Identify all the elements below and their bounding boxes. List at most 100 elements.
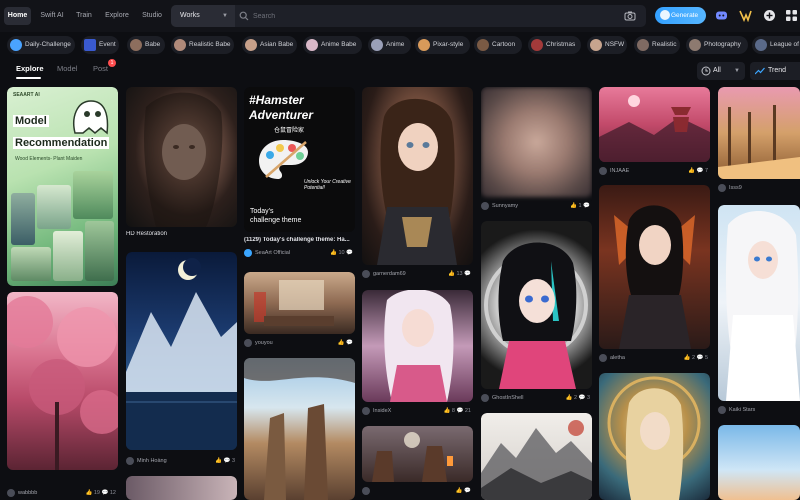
card-author[interactable]: aletha: [610, 355, 625, 361]
feed-card-canyon[interactable]: [244, 358, 355, 500]
feed-card-anime-warrior[interactable]: garnerdam69 👍 13 💬: [362, 87, 473, 283]
chip-thumb: [477, 39, 489, 51]
subtab-post[interactable]: Post: [93, 64, 108, 73]
feed-card-model-recommendation[interactable]: SEAART AI Model Recommendation Wood Elem…: [7, 87, 118, 286]
feed-card-moonlit-mountains[interactable]: Minh Hoàng 👍 💬 3: [126, 252, 237, 468]
avatar[interactable]: [718, 184, 726, 192]
filter-all-select[interactable]: All ▼: [697, 62, 745, 80]
chip-label: League of: [770, 41, 799, 48]
avatar[interactable]: [481, 394, 489, 402]
chip-pixar-style[interactable]: Pixar-style: [415, 36, 470, 54]
nav-tab-swift-ai[interactable]: Swift AI: [36, 7, 68, 25]
card-likes: 10: [338, 250, 345, 256]
feed-card-butterfly-girl[interactable]: aletha 👍 2 💬 5: [599, 185, 710, 365]
card-author[interactable]: INJAAE: [610, 168, 629, 174]
search-input[interactable]: [253, 8, 603, 24]
avatar[interactable]: [362, 487, 370, 495]
chip-event[interactable]: Event: [81, 36, 119, 54]
chip-label: Realistic Babe: [189, 41, 231, 48]
card-overlay-title-line1: #Hamster: [249, 93, 304, 107]
feed-card-hamster-challenge[interactable]: #Hamster Adventurer 仓鼠冒险家 Unlock Your Cr…: [244, 87, 355, 260]
nav-tab-studio[interactable]: Studio: [137, 7, 167, 25]
card-image: [718, 205, 800, 401]
card-image: #Hamster Adventurer 仓鼠冒险家 Unlock Your Cr…: [244, 87, 355, 232]
apps-grid-icon[interactable]: [785, 9, 798, 22]
nav-tab-explore[interactable]: Explore: [102, 7, 132, 25]
feed-card-black-hair-girl[interactable]: GhostInShell 👍 2 💬 3: [481, 221, 592, 405]
card-footer: Minh Hoàng 👍 💬 3: [126, 454, 237, 468]
nav-tab-home[interactable]: Home: [4, 7, 31, 25]
feed-card-golden-girl[interactable]: [599, 373, 710, 500]
avatar[interactable]: [7, 489, 15, 497]
feed-card-white-dress-girl[interactable]: Kaiki Stars: [718, 205, 800, 417]
avatar[interactable]: [362, 270, 370, 278]
add-icon[interactable]: [763, 9, 776, 22]
feed-card-interior[interactable]: youyou 👍 💬: [244, 272, 355, 350]
card-stats: 👍 1 💬: [570, 203, 590, 209]
avatar[interactable]: [599, 354, 607, 362]
chip-thumb: [306, 39, 318, 51]
card-author[interactable]: Sunnyamy: [492, 203, 518, 209]
chip-anime[interactable]: Anime: [368, 36, 411, 54]
avatar[interactable]: [244, 339, 252, 347]
search-scope-select[interactable]: Works ▼: [171, 5, 235, 27]
card-author[interactable]: Minh Hoàng: [137, 458, 167, 464]
camera-icon[interactable]: [624, 10, 636, 22]
chip-league-of[interactable]: League of: [752, 36, 800, 54]
card-author[interactable]: Isss9: [729, 185, 742, 191]
card-comments: 3: [231, 458, 235, 464]
card-author[interactable]: InsideX: [373, 408, 391, 414]
chip-photography[interactable]: Photography: [686, 36, 748, 54]
card-footer: Isss9: [718, 181, 800, 195]
avatar[interactable]: [599, 167, 607, 175]
feed-card-autumn-trees[interactable]: Isss9: [718, 87, 800, 195]
chip-daily-challenge[interactable]: Daily-Challenge: [7, 36, 75, 54]
chip-babe[interactable]: Babe: [127, 36, 165, 54]
avatar[interactable]: [244, 249, 252, 257]
card-author[interactable]: SeaArt Official: [255, 250, 290, 256]
chip-asian-babe[interactable]: Asian Babe: [242, 36, 297, 54]
feed-card-castle[interactable]: 👍 💬: [362, 426, 473, 500]
card-author[interactable]: wabbbb: [18, 490, 37, 496]
card-author[interactable]: GhostInShell: [492, 395, 524, 401]
chip-realistic[interactable]: Realistic: [634, 36, 680, 54]
chip-thumb: [84, 39, 96, 51]
card-image: [481, 221, 592, 389]
chip-label: Realistic: [652, 41, 677, 48]
chip-christmas[interactable]: Christmas: [528, 36, 581, 54]
generate-button[interactable]: Generate: [655, 7, 706, 24]
feed-card-sky[interactable]: [718, 425, 800, 500]
chip-anime-babe[interactable]: Anime Babe: [303, 36, 362, 54]
avatar[interactable]: [481, 202, 489, 210]
card-footer: garnerdam69 👍 13 💬: [362, 267, 473, 281]
feed-card-ink-mountains[interactable]: [481, 413, 592, 500]
post-notification-badge: 1: [108, 59, 116, 67]
card-author[interactable]: Kaiki Stars: [729, 407, 755, 413]
feed-card-pink-trees[interactable]: wabbbb 👍 19 💬 12: [7, 292, 118, 500]
card-author[interactable]: youyou: [255, 340, 273, 346]
nav-tab-train[interactable]: Train: [71, 7, 97, 25]
card-comments: 3: [586, 395, 590, 401]
vip-icon[interactable]: [739, 9, 752, 22]
chip-cartoon[interactable]: Cartoon: [474, 36, 522, 54]
chip-nsfw[interactable]: NSFW: [587, 36, 627, 54]
trend-sort-button[interactable]: Trend: [750, 62, 800, 80]
thumbnail-grid: [11, 167, 114, 282]
card-comments: 12: [109, 490, 116, 496]
avatar[interactable]: [718, 406, 726, 414]
feed-card-blurred[interactable]: Sunnyamy 👍 1 💬: [481, 87, 592, 213]
chip-thumb: [590, 39, 602, 51]
feed-card-pagoda[interactable]: INJAAE 👍 💬 7: [599, 87, 710, 177]
discord-icon[interactable]: [715, 9, 728, 22]
feed-card-white-hair-girl[interactable]: InsideX 👍 8 💬 21: [362, 290, 473, 418]
subtab-model[interactable]: Model: [57, 64, 77, 73]
card-likes: 2: [691, 355, 696, 361]
feed-card-hd-restoration[interactable]: HD Restoration: [126, 87, 237, 245]
feed-card-partial[interactable]: [126, 476, 237, 500]
avatar[interactable]: [362, 407, 370, 415]
chip-realistic-babe[interactable]: Realistic Babe: [171, 36, 234, 54]
avatar[interactable]: [126, 457, 134, 465]
card-author[interactable]: garnerdam69: [373, 271, 406, 277]
subtab-explore[interactable]: Explore: [16, 64, 44, 73]
card-comments: 7: [704, 168, 708, 174]
